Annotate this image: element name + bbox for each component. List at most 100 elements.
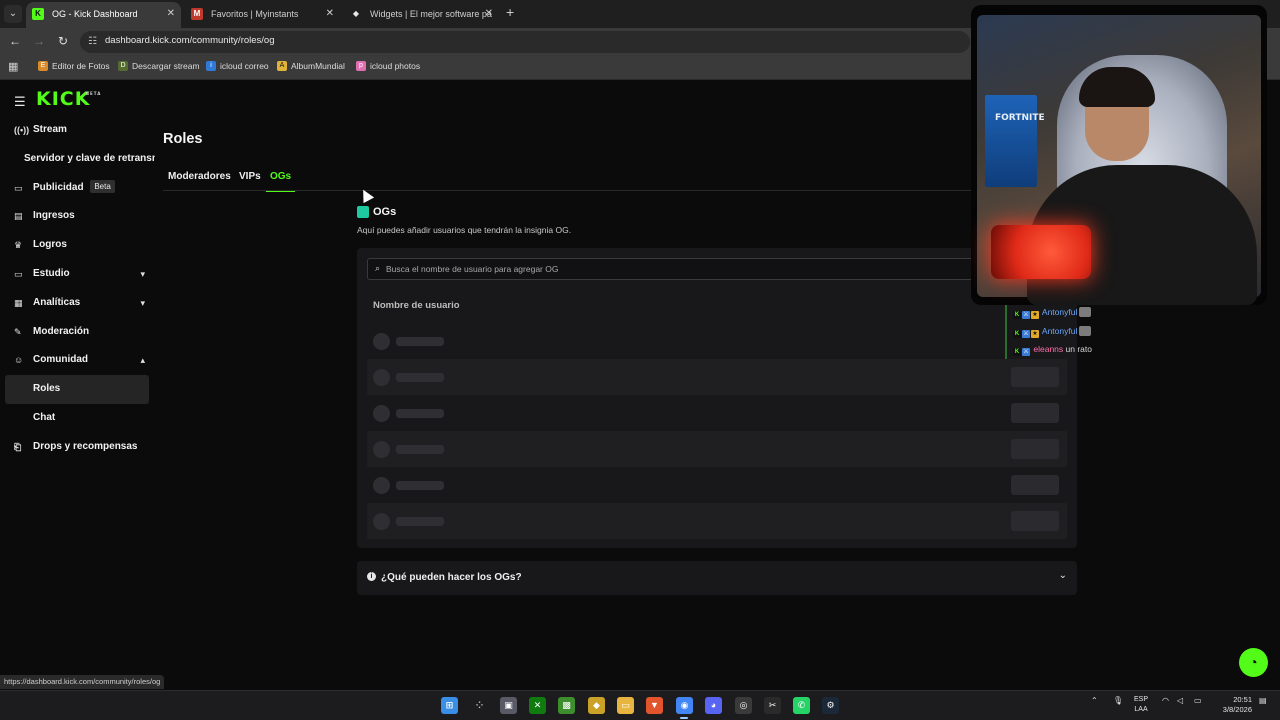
bookmark-icloud-photos[interactable]: p icloud photos bbox=[356, 61, 420, 71]
chat-message: K ⚔ eleanns un rato bbox=[1005, 340, 1115, 359]
section-description: Aquí puedes añadir usuarios que tendrán … bbox=[357, 225, 572, 235]
tab-title: Widgets | El mejor software pa bbox=[370, 9, 492, 19]
search-icon: ⌕ bbox=[375, 263, 381, 273]
sidebar-item-chat[interactable]: Chat bbox=[5, 404, 155, 433]
chevron-down-icon[interactable]: ⌄ bbox=[1059, 570, 1067, 581]
drops-icon: ⎗ bbox=[14, 441, 22, 452]
kick-badge-icon: K bbox=[1013, 311, 1021, 319]
browser-tab-widgets[interactable]: ◆ Widgets | El mejor software pa ✕ bbox=[344, 2, 499, 28]
og-faq-accordion[interactable]: i ¿Qué pueden hacer los OGs? ⌄ bbox=[357, 561, 1077, 595]
bookmark-editor-de-fotos[interactable]: E Editor de Fotos bbox=[38, 61, 110, 71]
windows-start-icon[interactable]: ⊞ bbox=[441, 697, 458, 714]
sidebar-item-logros[interactable]: ♛ Logros bbox=[5, 231, 155, 260]
sidebar-item-comunidad[interactable]: ☺ Comunidad ▴ bbox=[5, 346, 155, 375]
trophy-icon: ♛ bbox=[14, 240, 23, 251]
address-bar[interactable]: ☷ dashboard.kick.com/community/roles/og bbox=[80, 31, 970, 53]
bookmark-favicon-icon: p bbox=[356, 61, 366, 71]
kick-badge-icon: K bbox=[1013, 329, 1021, 338]
bookmark-label: icloud photos bbox=[370, 61, 421, 71]
ad-icon: ▭ bbox=[14, 182, 23, 193]
back-arrow-icon[interactable]: ← bbox=[7, 34, 23, 48]
skeleton-avatar bbox=[373, 405, 390, 422]
apps-grid-icon[interactable]: ▦ bbox=[8, 60, 18, 73]
skeleton-username bbox=[396, 409, 444, 418]
skeleton-action-button bbox=[1011, 475, 1059, 495]
sidebar-item-ingresos[interactable]: ▤ Ingresos bbox=[5, 202, 155, 231]
whatsapp-icon[interactable]: ✆ bbox=[793, 697, 810, 714]
reload-icon[interactable]: ↻ bbox=[55, 34, 71, 48]
minecraft-icon[interactable]: ▩ bbox=[558, 697, 575, 714]
tab-moderadores[interactable]: Moderadores bbox=[168, 168, 231, 192]
moderator-badge-icon: ⚔ bbox=[1022, 348, 1030, 356]
brave-browser-icon[interactable]: ▼ bbox=[646, 697, 663, 714]
address-bar-url[interactable]: dashboard.kick.com/community/roles/og bbox=[105, 35, 275, 46]
close-tab-icon[interactable]: ✕ bbox=[326, 2, 334, 26]
bookmark-favicon-icon: D bbox=[118, 61, 128, 71]
discord-icon[interactable]: ◕ bbox=[705, 697, 722, 714]
file-explorer-icon[interactable]: ▭ bbox=[617, 697, 634, 714]
og-search-input[interactable] bbox=[386, 261, 986, 277]
chrome-icon[interactable]: ◉ bbox=[676, 697, 693, 714]
chevron-up-icon: ▴ bbox=[140, 355, 145, 366]
sidebar-item-publicidad[interactable]: ▭ Publicidad Beta bbox=[5, 174, 155, 203]
browser-tab-myinstants[interactable]: M Favoritos | Myinstants ✕ bbox=[185, 2, 340, 28]
skeleton-avatar bbox=[373, 369, 390, 386]
clock-time: 20:51 bbox=[1233, 695, 1252, 704]
forward-arrow-icon[interactable]: → bbox=[31, 34, 47, 48]
game-launcher-icon[interactable]: ◆ bbox=[588, 697, 605, 714]
table-row bbox=[367, 467, 1067, 503]
sidebar-item-roles[interactable]: Roles bbox=[5, 375, 149, 404]
bookmark-favicon-icon: A bbox=[277, 61, 287, 71]
browser-tab-kick-dashboard[interactable]: K OG - Kick Dashboard ✕ bbox=[26, 2, 181, 28]
game-poster: FORTNITE bbox=[985, 95, 1045, 187]
chevron-down-icon: ▾ bbox=[140, 268, 145, 279]
chat-text: un rato bbox=[1065, 344, 1092, 354]
sidebar-nav: ((•)) Stream Servidor y clave de retrans… bbox=[5, 116, 155, 462]
close-tab-icon[interactable]: ✕ bbox=[167, 2, 175, 26]
sidebar-item-estudio[interactable]: ▭ Estudio ▾ bbox=[5, 260, 155, 289]
sidebar-item-label: Logros bbox=[33, 239, 67, 251]
site-info-icon[interactable]: ☷ bbox=[88, 36, 97, 47]
task-view-icon[interactable]: ⁘ bbox=[471, 697, 488, 714]
bookmark-descargar-stream[interactable]: D Descargar stream bbox=[118, 61, 200, 71]
new-tab-button[interactable]: + bbox=[506, 4, 514, 20]
tab-vips[interactable]: VIPs bbox=[239, 168, 261, 192]
volume-icon[interactable]: ◁ bbox=[1177, 696, 1183, 705]
sidebar-item-drops[interactable]: ⎗ Drops y recompensas bbox=[5, 433, 155, 462]
table-row bbox=[367, 431, 1067, 467]
emote-icon bbox=[1079, 325, 1092, 336]
webcam-background: FORTNITE bbox=[977, 15, 1261, 305]
store-icon[interactable]: ▣ bbox=[500, 697, 517, 714]
language-indicator[interactable]: ESP LAA bbox=[1134, 695, 1148, 715]
capcut-icon[interactable]: ✂ bbox=[764, 697, 781, 714]
bookmark-albummundial[interactable]: A AlbumMundial bbox=[277, 61, 345, 71]
tab-search-button[interactable]: ⌄ bbox=[4, 5, 22, 23]
show-hidden-icons[interactable]: ⌃ bbox=[1091, 696, 1098, 705]
xbox-icon[interactable]: ✕ bbox=[529, 697, 546, 714]
chat-message: K ⚔ ★ Antonyful bbox=[1005, 303, 1115, 322]
system-clock[interactable]: 20:51 3/8/2026 bbox=[1216, 695, 1252, 715]
sidebar-item-moderacion[interactable]: ✎ Moderación bbox=[5, 318, 155, 347]
skeleton-username bbox=[396, 373, 444, 382]
notification-icon[interactable]: ▤ bbox=[1259, 696, 1267, 705]
support-chat-button[interactable]: ◔ bbox=[1239, 648, 1268, 677]
hamburger-menu-icon[interactable]: ☰ bbox=[14, 94, 26, 110]
steam-icon[interactable]: ⚙ bbox=[822, 697, 839, 714]
bookmark-icloud-correo[interactable]: i icloud correo bbox=[206, 61, 269, 71]
bookmark-favicon-icon: i bbox=[206, 61, 216, 71]
og-search-box[interactable]: ⌕ bbox=[367, 258, 1067, 280]
close-tab-icon[interactable]: ✕ bbox=[485, 2, 493, 26]
obs-icon[interactable]: ◎ bbox=[735, 697, 752, 714]
sidebar-item-label: Drops y recompensas bbox=[33, 440, 138, 452]
microphone-icon[interactable]: 🎙 bbox=[1113, 696, 1123, 705]
battery-icon[interactable]: ▭ bbox=[1194, 696, 1202, 705]
kick-logo[interactable]: KICK BETA bbox=[36, 88, 100, 110]
tab-ogs[interactable]: OGs bbox=[266, 168, 296, 192]
chat-username: Antonyful bbox=[1041, 325, 1078, 336]
wifi-icon[interactable]: ◠ bbox=[1162, 696, 1169, 705]
sidebar-item-servidor-clave[interactable]: Servidor y clave de retransmisión bbox=[5, 145, 155, 174]
sidebar-item-analiticas[interactable]: ▦ Analíticas ▾ bbox=[5, 289, 155, 318]
sidebar-item-label: Ingresos bbox=[33, 210, 75, 222]
emote-icon bbox=[1079, 307, 1092, 317]
sidebar-item-stream[interactable]: ((•)) Stream bbox=[5, 116, 155, 145]
